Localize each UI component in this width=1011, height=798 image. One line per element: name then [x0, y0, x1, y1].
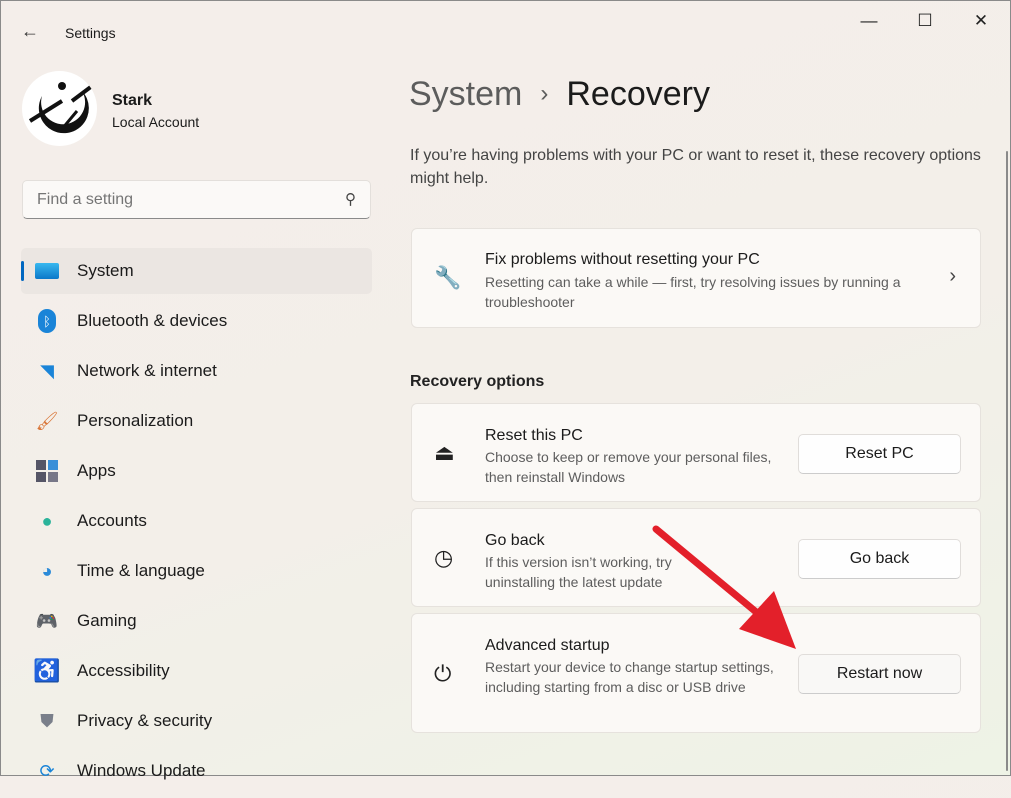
- chevron-right-icon: ›: [540, 80, 549, 107]
- sidebar-item-system[interactable]: System: [21, 248, 372, 294]
- card-title: Reset this PC: [485, 427, 583, 444]
- user-name: Stark: [112, 92, 153, 109]
- gamepad-icon: 🎮: [35, 610, 59, 631]
- card-title: Go back: [485, 532, 545, 549]
- brush-icon: 🖌: [35, 410, 59, 431]
- restart-now-button[interactable]: Restart now: [798, 654, 961, 694]
- sidebar-item-windows-update[interactable]: ⟳ Windows Update: [21, 748, 372, 794]
- sidebar-item-label: Privacy & security: [77, 711, 213, 730]
- accounts-icon: ●: [41, 510, 53, 531]
- reset-icon: ⏏: [434, 440, 455, 465]
- sidebar-item-bluetooth[interactable]: ᛒ Bluetooth & devices: [21, 298, 372, 344]
- sidebar-item-label: Apps: [77, 461, 116, 480]
- sidebar-item-network[interactable]: ◥ Network & internet: [21, 348, 372, 394]
- section-label: Recovery options: [410, 373, 545, 390]
- sidebar-item-privacy[interactable]: ⛊ Privacy & security: [21, 698, 372, 744]
- sidebar-item-accounts[interactable]: ● Accounts: [21, 498, 372, 544]
- account-type: Local Account: [112, 114, 200, 130]
- scrollbar[interactable]: [1006, 151, 1008, 771]
- sidebar-item-label: Accounts: [77, 511, 147, 530]
- sidebar-item-label: Accessibility: [77, 661, 170, 680]
- intro-text: If you’re having problems with your PC o…: [410, 147, 981, 187]
- go-back-card: ◷ Go back If this version isn’t working,…: [411, 508, 981, 607]
- card-description: Restart your device to change startup se…: [485, 659, 774, 695]
- system-icon: [35, 260, 59, 282]
- card-description: Choose to keep or remove your personal f…: [485, 449, 772, 485]
- sidebar-item-label: Windows Update: [77, 761, 206, 780]
- power-settings-icon: ⏻: [434, 661, 452, 686]
- sidebar-item-label: Gaming: [77, 611, 137, 630]
- sidebar-item-gaming[interactable]: 🎮 Gaming: [21, 598, 372, 644]
- breadcrumb-system[interactable]: System: [409, 75, 522, 113]
- close-button[interactable]: ✕: [961, 11, 1001, 33]
- back-button[interactable]: ←: [21, 21, 39, 42]
- search-input[interactable]: [37, 191, 327, 209]
- fix-problems-card[interactable]: 🔧 Fix problems without resetting your PC…: [411, 228, 981, 328]
- avatar[interactable]: [22, 71, 97, 146]
- chevron-right-icon: ›: [949, 265, 956, 287]
- update-icon: ⟳: [39, 760, 55, 781]
- shield-icon: ⛊: [40, 710, 54, 731]
- accessibility-icon: ♿: [33, 658, 61, 683]
- reset-pc-button[interactable]: Reset PC: [798, 434, 961, 474]
- search-icon: ⚲: [345, 191, 356, 208]
- sidebar-item-label: Personalization: [77, 411, 194, 430]
- sidebar-item-time-language[interactable]: ◕ Time & language: [21, 548, 372, 594]
- minimize-button[interactable]: —: [849, 11, 889, 33]
- breadcrumb: System › Recovery: [409, 75, 710, 114]
- sidebar-item-label: Network & internet: [77, 361, 217, 380]
- sidebar-item-label: Time & language: [77, 561, 205, 580]
- card-description: Resetting can take a while — first, try …: [485, 274, 901, 310]
- apps-icon: [35, 460, 59, 482]
- globe-clock-icon: ◕: [41, 560, 53, 581]
- reset-pc-card: ⏏ Reset this PC Choose to keep or remove…: [411, 403, 981, 502]
- advanced-startup-card: ⏻ Advanced startup Restart your device t…: [411, 613, 981, 733]
- sidebar-nav: System ᛒ Bluetooth & devices ◥ Network & i…: [21, 248, 372, 798]
- go-back-button[interactable]: Go back: [798, 539, 961, 579]
- card-title: Advanced startup: [485, 637, 610, 654]
- sidebar-item-label: Bluetooth & devices: [77, 311, 228, 330]
- sidebar-item-personalization[interactable]: 🖌 Personalization: [21, 398, 372, 444]
- app-title: Settings: [65, 25, 116, 41]
- history-icon: ◷: [434, 545, 454, 570]
- sidebar-item-accessibility[interactable]: ♿ Accessibility: [21, 648, 372, 694]
- search-box[interactable]: ⚲: [22, 180, 371, 219]
- page-title: Recovery: [566, 75, 710, 113]
- card-title: Fix problems without resetting your PC: [485, 251, 760, 268]
- card-description: If this version isn’t working, try unins…: [485, 554, 672, 590]
- wrench-icon: 🔧: [434, 265, 462, 290]
- sidebar-item-label: System: [77, 261, 134, 280]
- maximize-button[interactable]: ☐: [905, 11, 945, 33]
- wifi-icon: ◥: [40, 360, 54, 381]
- sidebar-item-apps[interactable]: Apps: [21, 448, 372, 494]
- bluetooth-icon: ᛒ: [35, 309, 59, 333]
